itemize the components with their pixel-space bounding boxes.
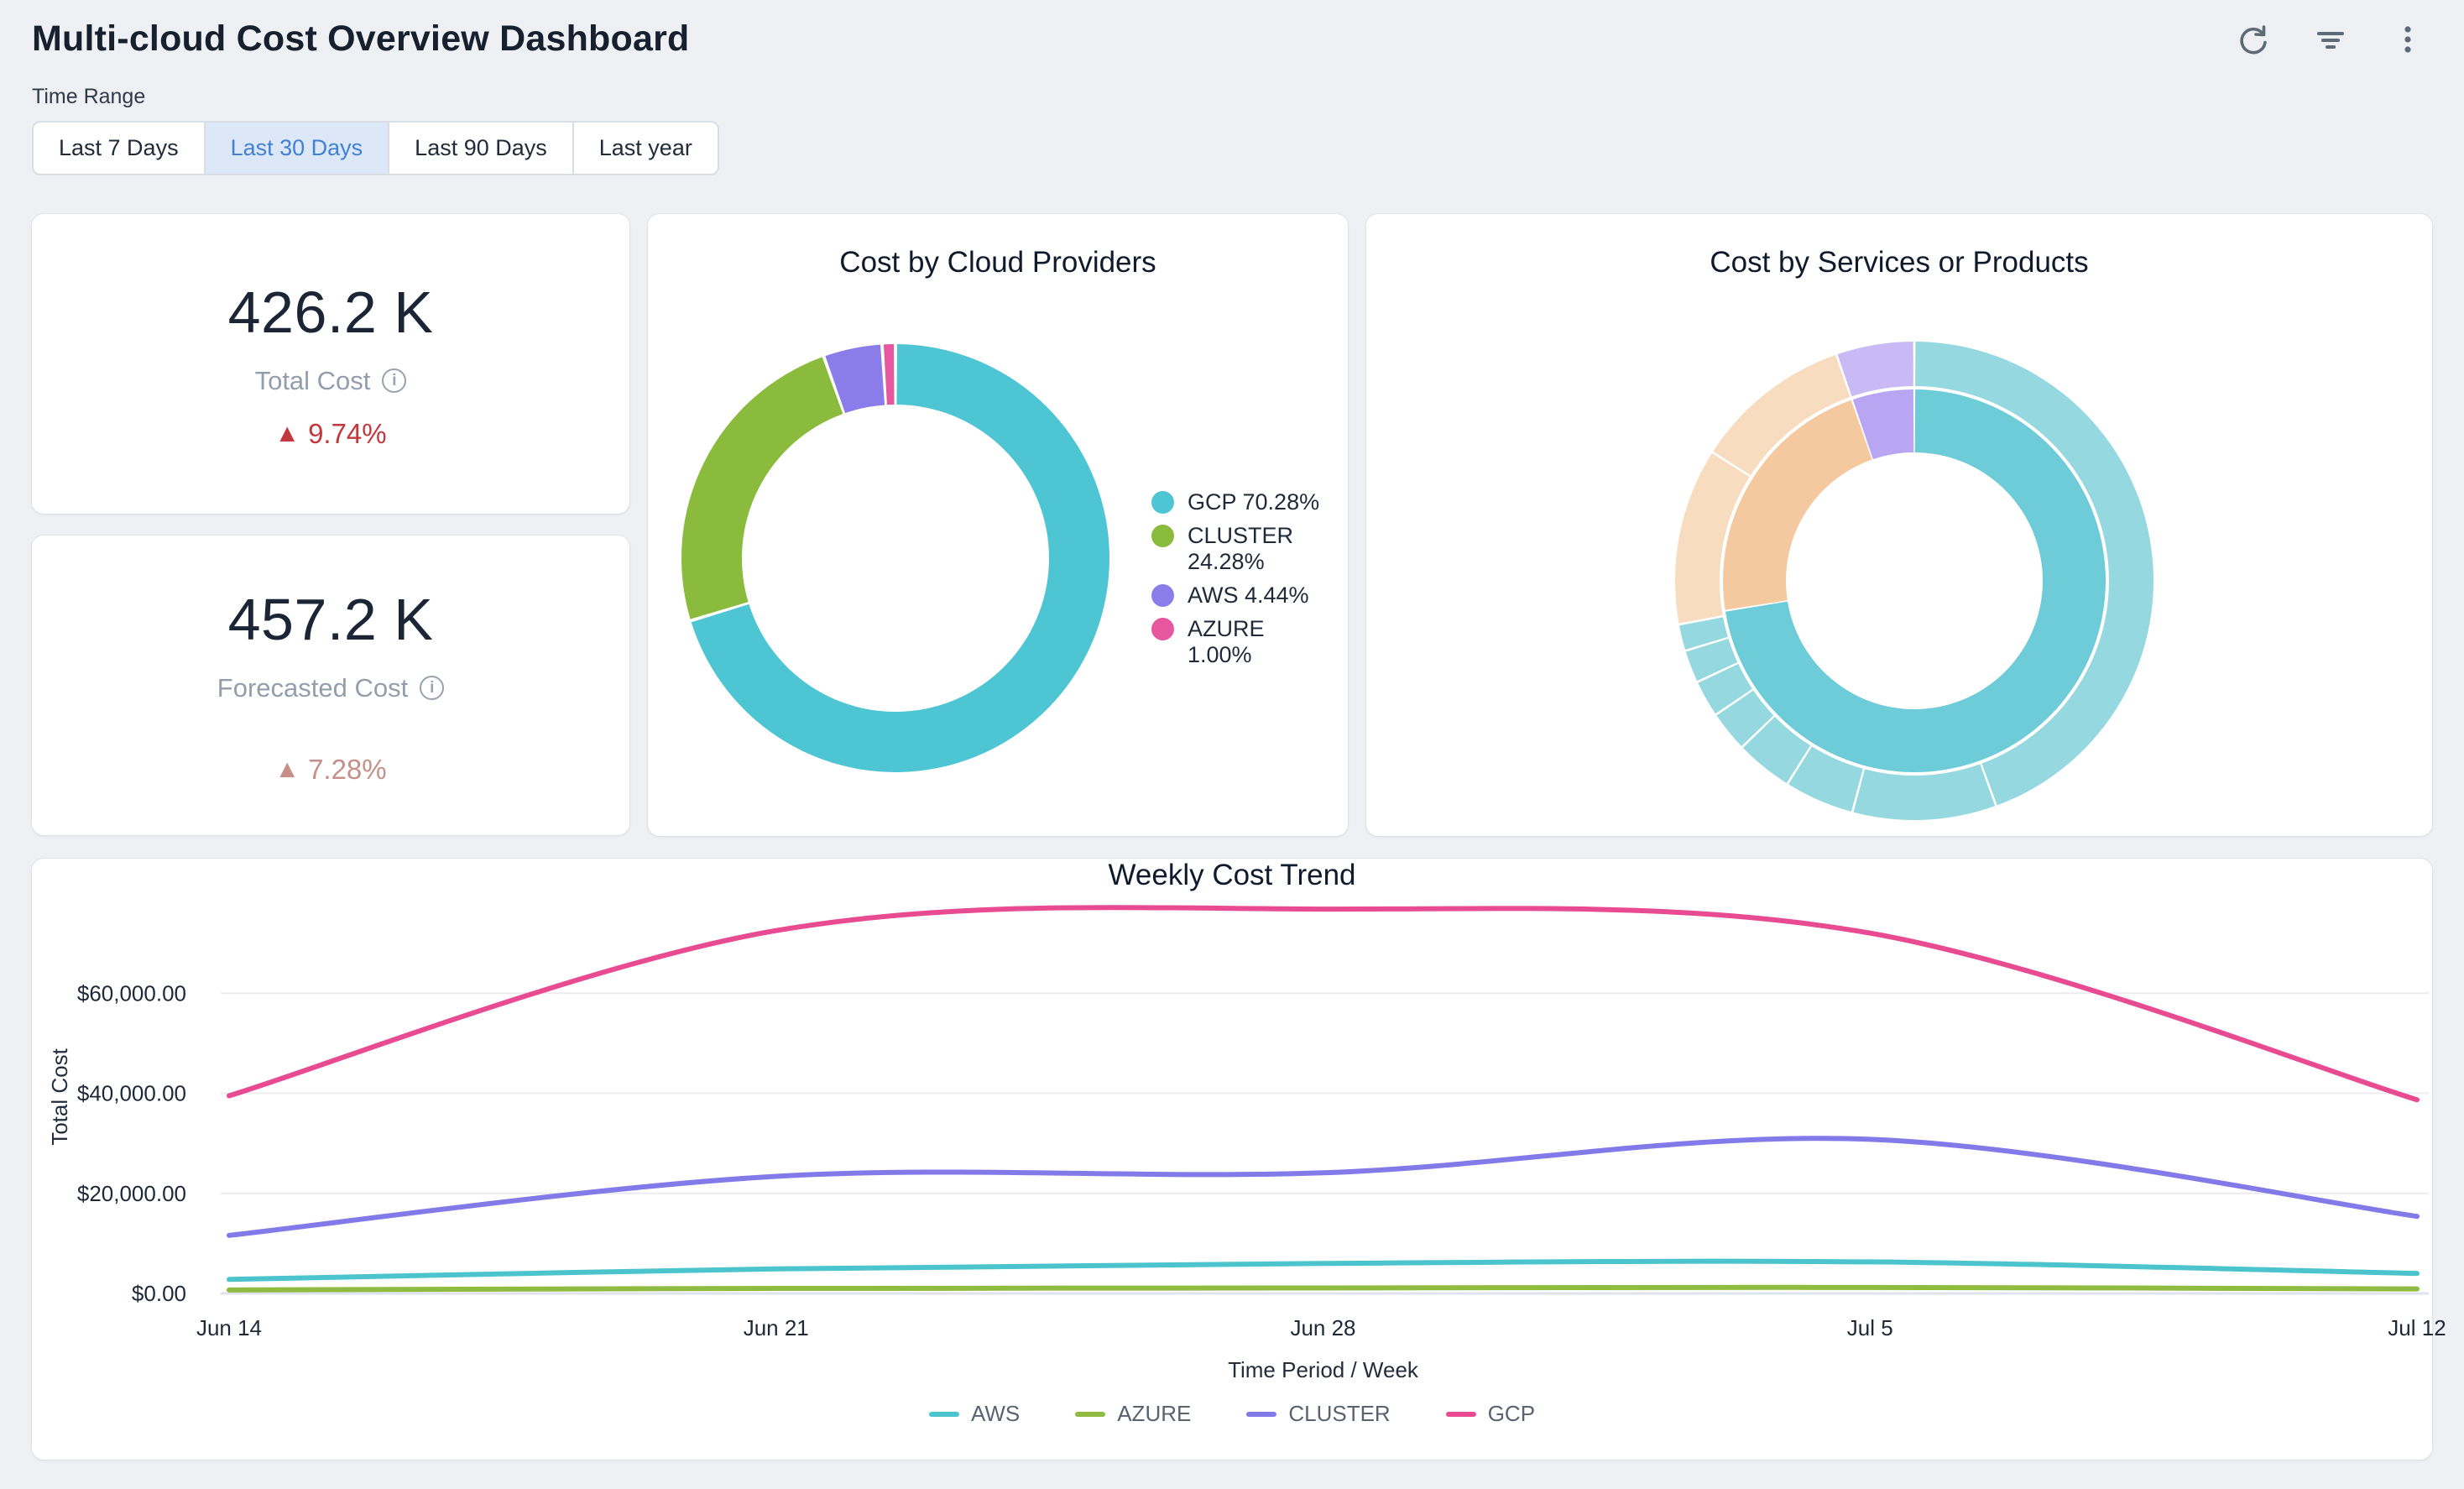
forecasted-cost-delta: ▲ 7.28% (274, 754, 386, 786)
time-range-button-last-year[interactable]: Last year (574, 121, 719, 175)
x-axis-title: Time Period / Week (1228, 1357, 1419, 1382)
legend-item-azure[interactable]: AZURE (1075, 1401, 1191, 1427)
forecasted-cost-card: 457.2 K Forecasted Cost i ▲ 7.28% (32, 536, 629, 835)
x-tick-label: Jul 5 (1847, 1315, 1893, 1340)
trend-chart-legend: AWS AZURE CLUSTER GCP (32, 1401, 2432, 1427)
legend-label: AZURE 1.00% (1188, 616, 1329, 668)
forecasted-cost-label: Forecasted Cost i (217, 673, 444, 703)
x-tick-label: Jun 21 (744, 1315, 809, 1340)
kpi-column: 426.2 K Total Cost i ▲ 9.74% 457.2 K For… (32, 214, 629, 836)
info-icon[interactable]: i (382, 368, 406, 393)
legend-swatch (1246, 1412, 1276, 1417)
kebab-menu-icon[interactable] (2388, 20, 2427, 59)
legend-label: AZURE (1117, 1401, 1191, 1427)
weekly-cost-trend-chart[interactable]: $0.00 $20,000.00 $40,000.00 $60,000.00 Jun 1… (32, 892, 2432, 1396)
y-tick-label: $60,000.00 (77, 980, 186, 1006)
header-actions (2234, 20, 2432, 59)
legend-item-cluster[interactable]: CLUSTER 24.28% (1151, 523, 1329, 575)
legend-label: CLUSTER (1288, 1401, 1390, 1427)
time-range-button-last-90-days[interactable]: Last 90 Days (389, 121, 574, 175)
cost-by-cloud-providers-card: Cost by Cloud Providers GCP 70.28% CLUSTE… (648, 214, 1348, 836)
y-tick-label: $0.00 (132, 1281, 186, 1306)
forecasted-cost-value: 457.2 K (228, 586, 434, 653)
y-axis-title: Total Cost (47, 1048, 72, 1145)
legend-item-aws[interactable]: AWS (929, 1401, 1020, 1427)
sunburst-outer-segment-1[interactable] (1854, 764, 1996, 820)
legend-dot (1151, 491, 1174, 514)
filter-icon[interactable] (2311, 20, 2350, 59)
trend-line-aws[interactable] (229, 1262, 2417, 1280)
sunburst-chart-title: Cost by Services or Products (1366, 246, 2432, 280)
sunburst-outer-segment-10[interactable] (1838, 342, 1913, 396)
cloud-providers-donut-chart[interactable] (677, 340, 1114, 776)
x-tick-label: Jun 14 (196, 1315, 262, 1340)
trend-line-cluster[interactable] (229, 1138, 2417, 1236)
x-tick-label: Jun 28 (1290, 1315, 1355, 1340)
legend-dot (1151, 584, 1174, 607)
legend-item-aws[interactable]: AWS 4.44% (1151, 583, 1329, 609)
y-tick-label: $40,000.00 (77, 1081, 186, 1106)
legend-label: AWS (971, 1401, 1020, 1427)
legend-swatch (1075, 1412, 1105, 1417)
dashboard-page: Multi-cloud Cost Overview Dashboard (0, 0, 2464, 1460)
y-tick-label: $20,000.00 (77, 1181, 186, 1206)
legend-swatch (929, 1412, 959, 1417)
x-tick-label: Jul 12 (2388, 1315, 2446, 1340)
donut-segment-cluster[interactable] (681, 357, 843, 619)
legend-item-gcp[interactable]: GCP (1446, 1401, 1535, 1427)
refresh-icon[interactable] (2234, 20, 2273, 59)
trend-line-azure[interactable] (229, 1288, 2417, 1290)
total-cost-value: 426.2 K (228, 279, 434, 346)
legend-item-gcp[interactable]: GCP 70.28% (1151, 489, 1329, 515)
info-icon[interactable]: i (420, 676, 444, 700)
trend-line-gcp[interactable] (229, 907, 2417, 1100)
time-range-label: Time Range (32, 85, 2432, 109)
legend-label: GCP (1488, 1401, 1535, 1427)
legend-item-cluster[interactable]: CLUSTER (1246, 1401, 1390, 1427)
page-title: Multi-cloud Cost Overview Dashboard (32, 18, 690, 60)
donut-segment-azure[interactable] (884, 344, 895, 405)
donut-legend: GCP 70.28% CLUSTER 24.28% AWS 4.44% AZURE 1… (1151, 489, 1329, 668)
legend-label: AWS 4.44% (1188, 583, 1309, 609)
arrow-up-icon: ▲ (274, 755, 300, 784)
total-cost-card: 426.2 K Total Cost i ▲ 9.74% (32, 214, 629, 514)
total-cost-label: Total Cost i (255, 366, 407, 396)
legend-label: GCP 70.28% (1188, 489, 1319, 515)
time-range-button-last-30-days[interactable]: Last 30 Days (206, 121, 390, 175)
legend-label: CLUSTER 24.28% (1188, 523, 1329, 575)
legend-item-azure[interactable]: AZURE 1.00% (1151, 616, 1329, 668)
time-range-group: Last 7 Days Last 30 Days Last 90 Days La… (32, 121, 719, 175)
top-cards-row: 426.2 K Total Cost i ▲ 9.74% 457.2 K For… (32, 214, 2432, 836)
weekly-cost-trend-card: Weekly Cost Trend $0.00 $20,000.00 $40,000… (32, 859, 2432, 1460)
time-range-button-last-7-days[interactable]: Last 7 Days (32, 121, 206, 175)
header: Multi-cloud Cost Overview Dashboard (32, 18, 2432, 60)
services-sunburst-chart[interactable] (1663, 329, 2166, 833)
arrow-up-icon: ▲ (274, 420, 300, 448)
trend-chart-title: Weekly Cost Trend (32, 859, 2432, 892)
legend-dot (1151, 525, 1174, 547)
total-cost-delta: ▲ 9.74% (274, 418, 386, 450)
legend-swatch (1446, 1412, 1476, 1417)
legend-dot (1151, 618, 1174, 640)
cost-by-services-card: Cost by Services or Products (1366, 214, 2432, 836)
donut-chart-title: Cost by Cloud Providers (648, 246, 1348, 280)
